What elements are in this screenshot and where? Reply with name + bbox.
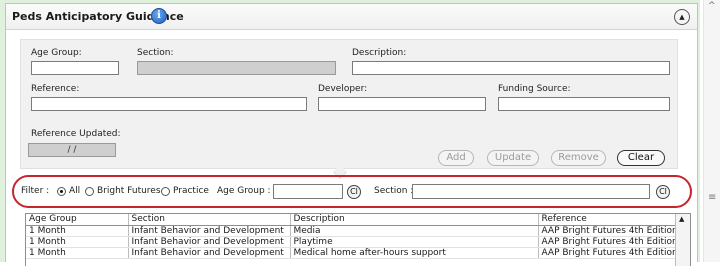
grid-scrollbar[interactable]: ▲ bbox=[675, 214, 690, 266]
cell-description: Playtime bbox=[290, 236, 539, 248]
funding-source-field[interactable] bbox=[498, 97, 670, 111]
clear-section-icon[interactable]: Cl bbox=[656, 185, 670, 199]
filter-bright-futures-label[interactable]: Bright Futures bbox=[97, 186, 161, 196]
table-row[interactable]: 1 Month Infant Behavior and Development … bbox=[26, 236, 676, 248]
cell-age-group: 1 Month bbox=[26, 247, 129, 259]
developer-label: Developer: bbox=[318, 84, 368, 94]
column-header-age-group[interactable]: Age Group bbox=[26, 214, 129, 226]
cell-reference: AAP Bright Futures 4th Edition bbox=[538, 247, 676, 259]
reference-updated-label: Reference Updated: bbox=[31, 129, 121, 139]
cell-description: Media bbox=[290, 225, 539, 237]
age-group-field[interactable] bbox=[31, 61, 119, 75]
filter-age-group-input[interactable] bbox=[273, 184, 343, 199]
cell-description: Medical home after-hours support bbox=[290, 247, 539, 259]
age-group-label: Age Group: bbox=[31, 48, 82, 58]
clear-age-group-icon[interactable]: Cl bbox=[347, 185, 361, 199]
section-label: Section: bbox=[137, 48, 174, 58]
cell-age-group: 1 Month bbox=[26, 225, 129, 237]
guidance-panel: Peds Anticipatory Guidance i ▲ Age Group… bbox=[5, 3, 698, 266]
update-button[interactable]: Update bbox=[487, 150, 539, 166]
description-label: Description: bbox=[352, 48, 407, 58]
cell-section: Infant Behavior and Development bbox=[128, 225, 291, 237]
guidance-grid: Age Group Section Description Reference … bbox=[25, 213, 691, 266]
app-background: Peds Anticipatory Guidance i ▲ Age Group… bbox=[0, 0, 700, 266]
column-header-description[interactable]: Description bbox=[290, 214, 539, 226]
filter-section-label: Section : bbox=[374, 186, 414, 196]
guidance-table: Age Group Section Description Reference … bbox=[26, 214, 676, 259]
cell-section: Infant Behavior and Development bbox=[128, 236, 291, 248]
cell-reference: AAP Bright Futures 4th Edition bbox=[538, 236, 676, 248]
filter-practice-radio[interactable] bbox=[161, 187, 170, 196]
panel-header: Peds Anticipatory Guidance i ▲ bbox=[6, 4, 697, 30]
info-icon[interactable]: i bbox=[151, 8, 167, 24]
table-row[interactable]: 1 Month Infant Behavior and Development … bbox=[26, 225, 676, 237]
cell-age-group: 1 Month bbox=[26, 236, 129, 248]
remove-button[interactable]: Remove bbox=[551, 150, 606, 166]
grid-scroll-up-icon[interactable]: ▲ bbox=[679, 215, 684, 223]
collapse-icon[interactable]: ▲ bbox=[674, 9, 690, 25]
cell-reference: AAP Bright Futures 4th Edition bbox=[538, 225, 676, 237]
filter-bright-futures-radio[interactable] bbox=[85, 187, 94, 196]
filter-label: Filter : bbox=[21, 186, 50, 196]
cell-section: Infant Behavior and Development bbox=[128, 247, 291, 259]
filter-section-input[interactable] bbox=[412, 184, 650, 199]
reference-label: Reference: bbox=[31, 84, 80, 94]
clear-button[interactable]: Clear bbox=[617, 150, 665, 166]
scroll-grip-icon[interactable]: ≡ bbox=[708, 193, 716, 203]
section-field bbox=[137, 61, 336, 75]
filter-all-label[interactable]: All bbox=[69, 186, 80, 196]
description-field[interactable] bbox=[352, 61, 670, 75]
column-header-section[interactable]: Section bbox=[128, 214, 291, 226]
filter-bar: Filter : All Bright Futures Practice Age… bbox=[12, 175, 692, 208]
scroll-up-icon[interactable]: ^ bbox=[708, 1, 716, 11]
developer-field[interactable] bbox=[318, 97, 486, 111]
funding-source-label: Funding Source: bbox=[498, 84, 571, 94]
edit-form: Age Group: Section: Description: Referen… bbox=[20, 39, 678, 169]
table-row[interactable]: 1 Month Infant Behavior and Development … bbox=[26, 247, 676, 259]
filter-age-group-label: Age Group : bbox=[217, 186, 271, 196]
page-scrollbar[interactable]: ^ ≡ bbox=[703, 0, 720, 262]
filter-all-radio[interactable] bbox=[57, 187, 66, 196]
column-header-reference[interactable]: Reference bbox=[538, 214, 676, 226]
table-header-row: Age Group Section Description Reference bbox=[26, 214, 676, 226]
reference-updated-field: / / bbox=[28, 143, 116, 157]
add-button[interactable]: Add bbox=[438, 150, 474, 166]
filter-practice-label[interactable]: Practice bbox=[173, 186, 209, 196]
reference-field[interactable] bbox=[31, 97, 307, 111]
